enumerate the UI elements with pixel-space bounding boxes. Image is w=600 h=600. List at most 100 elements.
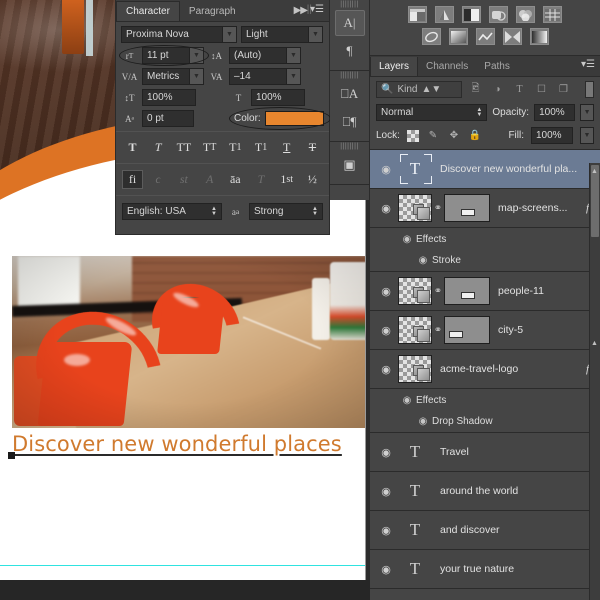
old-style-icon[interactable]: āa <box>225 170 246 189</box>
layer-name[interactable]: and discover <box>440 524 500 536</box>
character-panel-tabs[interactable]: Character Paragraph ▶▶ || ▾☰ <box>116 0 329 22</box>
all-caps-icon[interactable]: TT <box>173 138 194 157</box>
underline-icon[interactable]: T <box>276 138 297 157</box>
drag-grip-icon[interactable]: |||||||| <box>330 142 369 150</box>
strikethrough-icon[interactable]: T <box>302 138 323 157</box>
layer-collapse-arrow-icon[interactable]: ▲ <box>590 166 599 176</box>
tab-paragraph[interactable]: Paragraph <box>180 2 245 21</box>
black-white-icon[interactable] <box>448 28 468 45</box>
layer-visibility-eye-icon[interactable]: ◉ <box>374 163 398 176</box>
layer-row[interactable]: ◉ ⚭ city-5 <box>370 311 600 350</box>
blend-mode-select[interactable]: Normal ▲ ▼ <box>376 104 488 121</box>
font-style-buttons-row-2[interactable]: fi ϲ st A āa T 1st ½ <box>116 167 329 192</box>
layer-row[interactable]: ◉ Tyour true nature <box>370 550 600 589</box>
layer-mask-thumbnail[interactable] <box>444 194 490 222</box>
language-select[interactable]: English: USA ▲ ▼ <box>122 203 222 220</box>
adjustment-layer-filter-icon[interactable]: ◑ <box>489 81 506 98</box>
layer-thumbnail-pixel[interactable] <box>398 316 432 344</box>
libraries-panel-icon[interactable]: ▣ <box>335 152 365 178</box>
paragraph-panel-icon[interactable]: ¶ <box>335 38 365 64</box>
subscript-icon[interactable]: T1 <box>251 138 272 157</box>
panel-menu-icon[interactable]: ▾☰ <box>310 4 324 15</box>
character-panel[interactable]: Character Paragraph ▶▶ || ▾☰ Proxima Nov… <box>115 0 331 235</box>
layer-name[interactable]: around the world <box>440 485 518 497</box>
contextual-alternates-icon[interactable]: ϲ <box>148 170 169 189</box>
layer-row[interactable]: ◉acme-travel-logofx <box>370 350 600 389</box>
stepper-arrows-icon[interactable]: ▲▼ <box>310 205 320 218</box>
horizontal-scale-input[interactable]: 100% <box>251 89 305 106</box>
layer-name[interactable]: Travel <box>440 446 469 458</box>
layer-row[interactable]: ◉ ⚭ people-11 <box>370 272 600 311</box>
adjustments-panel[interactable] <box>370 0 600 56</box>
hue-saturation-icon[interactable] <box>543 6 562 23</box>
chevron-down-icon[interactable]: ▼ <box>189 69 203 84</box>
layer-thumbnail-type[interactable]: T <box>398 154 432 184</box>
layer-effect-item[interactable]: ◉ Drop Shadow <box>370 411 600 433</box>
baseline-shift-input[interactable]: 0 pt <box>142 110 195 127</box>
layer-thumbnail-type[interactable]: T <box>398 555 432 583</box>
font-family-select[interactable]: Proxima Nova ▼ <box>121 26 237 43</box>
layer-thumbnail-pixel[interactable] <box>398 355 432 383</box>
layer-thumbnail-type[interactable]: T <box>398 477 432 505</box>
pixel-layer-filter-icon[interactable]: 🖻 <box>467 81 484 98</box>
layer-visibility-eye-icon[interactable]: ◉ <box>374 485 398 498</box>
tab-paths[interactable]: Paths <box>476 57 518 76</box>
document-caption-text[interactable]: Discover new wonderful places <box>12 432 342 456</box>
layer-mask-thumbnail[interactable] <box>444 277 490 305</box>
right-panel-column[interactable]: Layers Channels Paths ▾☰ 🔍 Kind ▲▼ 🖻 ◑ T… <box>370 0 600 600</box>
layer-row[interactable]: ◉T20% <box>370 589 600 600</box>
layer-kind-select[interactable]: 🔍 Kind ▲▼ <box>376 81 462 98</box>
gradient-map-icon[interactable] <box>529 28 549 45</box>
panel-menu-icon[interactable]: ▾☰ <box>581 59 595 70</box>
dock-group-libraries[interactable]: |||||||| ▣ <box>330 142 369 185</box>
size-leading-row[interactable]: rT 11 pt ▼ ↕A (Auto) ▼ <box>119 45 324 66</box>
drag-grip-icon[interactable]: |||||||| <box>330 71 369 79</box>
dock-group-type[interactable]: |||||||| A| ¶ <box>330 0 369 71</box>
type-layer-filter-icon[interactable]: T <box>511 81 528 98</box>
layer-name[interactable]: acme-travel-logo <box>440 363 518 375</box>
layer-name[interactable]: map-screens... <box>498 202 567 214</box>
small-caps-icon[interactable]: TT <box>199 138 220 157</box>
faux-italic-icon[interactable]: T <box>148 138 169 157</box>
opacity-dropdown-icon[interactable]: ▼ <box>580 104 594 121</box>
layer-effects-group[interactable]: ◉ Effects <box>370 228 600 250</box>
chevrons-right-icon[interactable]: ▶▶ <box>294 5 308 16</box>
chevron-down-icon[interactable]: ▼ <box>286 48 300 63</box>
layer-name[interactable]: city-5 <box>498 324 523 336</box>
character-styles-icon[interactable]: ⎕A <box>335 81 365 107</box>
layer-visibility-eye-icon[interactable]: ◉ <box>374 285 398 298</box>
effects-visibility-eye-icon[interactable]: ◉ <box>398 234 416 245</box>
text-layer-anchor-handle[interactable] <box>8 452 15 459</box>
layer-visibility-eye-icon[interactable]: ◉ <box>374 446 398 459</box>
layer-thumbnail-type[interactable]: T <box>398 594 432 600</box>
opacity-input[interactable]: 100% <box>534 104 576 121</box>
layer-row[interactable]: ◉ T Travel <box>370 433 600 472</box>
layer-thumbnail-type[interactable]: T <box>398 438 432 466</box>
layer-visibility-eye-icon[interactable]: ◉ <box>374 363 398 376</box>
curves-icon[interactable] <box>462 6 481 23</box>
adjustments-row-1[interactable] <box>370 6 600 23</box>
dock-group-styles[interactable]: |||||||| ⎕A ⎕¶ <box>330 71 369 142</box>
invert-icon[interactable] <box>502 28 522 45</box>
tab-character[interactable]: Character <box>116 1 180 21</box>
stepper-arrows-icon[interactable]: ▲▼ <box>421 84 441 95</box>
layer-effects-group[interactable]: ◉ Effects <box>370 389 600 411</box>
layer-thumbnail-pixel[interactable] <box>398 194 432 222</box>
chevron-down-icon[interactable]: ▼ <box>308 27 322 42</box>
adjustments-row-2[interactable] <box>370 28 600 45</box>
tab-channels[interactable]: Channels <box>418 57 476 76</box>
effects-visibility-eye-icon[interactable]: ◉ <box>398 395 416 406</box>
drag-grip-icon[interactable]: |||||||| <box>330 0 369 8</box>
leading-input[interactable]: (Auto) ▼ <box>229 47 301 64</box>
shape-layer-filter-icon[interactable]: ☐ <box>533 81 550 98</box>
layer-thumbnail-type[interactable]: T <box>398 516 432 544</box>
layer-visibility-eye-icon[interactable]: ◉ <box>374 563 398 576</box>
layer-row[interactable]: ◉ Tand discover <box>370 511 600 550</box>
superscript-icon[interactable]: T1 <box>225 138 246 157</box>
layer-visibility-eye-icon[interactable]: ◉ <box>374 524 398 537</box>
standard-ligatures-icon[interactable]: fi <box>122 170 143 189</box>
exposure-icon[interactable] <box>489 6 508 23</box>
layer-thumbnail-pixel[interactable] <box>398 277 432 305</box>
chevron-down-icon[interactable]: ▼ <box>222 27 236 42</box>
chevron-down-icon[interactable]: ▼ <box>286 69 300 84</box>
